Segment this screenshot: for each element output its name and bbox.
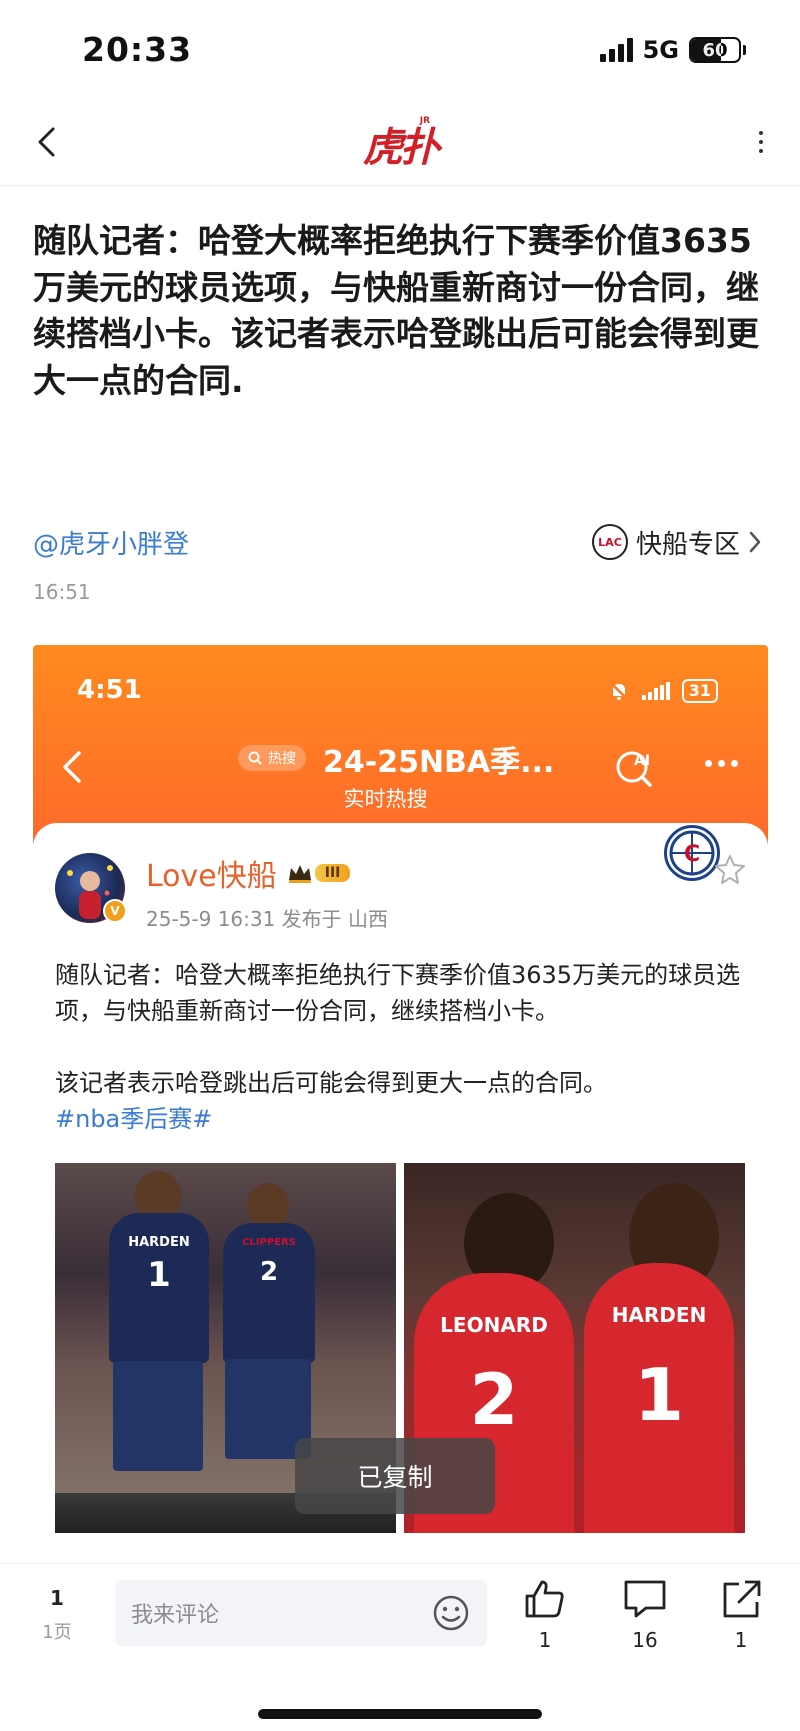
hupu-logo: 虎扑 JR bbox=[360, 114, 440, 174]
jersey-name: HARDEN bbox=[128, 1235, 190, 1250]
ai-label: AI bbox=[634, 753, 650, 769]
vip-level: III bbox=[314, 864, 351, 882]
home-indicator bbox=[258, 1709, 542, 1719]
weibo-post-card: V Love快船 III 25-5-9 16:31 发布于 山西 C 随队记者：… bbox=[33, 823, 768, 1535]
share-button[interactable]: 1 bbox=[706, 1578, 776, 1652]
embed-username-row: Love快船 III bbox=[146, 851, 351, 895]
embed-status-icons: 31 bbox=[608, 679, 718, 703]
star-icon bbox=[715, 855, 745, 884]
more-menu-button[interactable] bbox=[746, 120, 776, 164]
mute-bell-icon bbox=[609, 682, 628, 700]
logo-jr: JR bbox=[419, 116, 430, 126]
status-time: 20:33 bbox=[82, 30, 193, 69]
comment-count: 16 bbox=[632, 1628, 658, 1652]
embed-post-text: 随队记者：哈登大概率拒绝执行下赛季价值3635万美元的球员选项，与快船重新商讨一… bbox=[55, 957, 745, 1137]
article-meta: @虎牙小胖登 LAC 快船专区 bbox=[33, 520, 768, 564]
chevron-left-icon bbox=[38, 127, 55, 157]
embed-battery-icon: 31 bbox=[681, 679, 718, 703]
jersey-name: CLIPPERS bbox=[242, 1237, 296, 1248]
article-headline: 随队记者：哈登大概率拒绝执行下赛季价值3635万美元的球员选项，与快船重新商讨一… bbox=[33, 221, 759, 400]
chevron-right-icon bbox=[748, 527, 768, 557]
verified-badge-icon: V bbox=[103, 899, 127, 923]
like-count: 1 bbox=[538, 1628, 552, 1652]
comment-button[interactable]: 16 bbox=[610, 1578, 680, 1652]
share-icon bbox=[723, 1580, 761, 1618]
network-type: 5G bbox=[642, 36, 679, 64]
embed-post-meta: 25-5-9 16:31 发布于 山西 bbox=[146, 907, 389, 931]
like-button[interactable]: 1 bbox=[510, 1578, 580, 1652]
battery-level: 60 bbox=[702, 39, 728, 61]
embed-hot-search-chip: 热搜 bbox=[238, 745, 306, 771]
battery-icon: 60 bbox=[689, 37, 741, 63]
jersey-number: 1 bbox=[633, 1353, 685, 1437]
jersey-name: LEONARD bbox=[440, 1313, 548, 1337]
zone-label: 快船专区 bbox=[635, 529, 740, 560]
player-jersey: HARDEN 1 bbox=[109, 1213, 209, 1363]
nav-bar: 虎扑 JR bbox=[0, 100, 800, 186]
embed-back-icon bbox=[63, 751, 81, 783]
battery-tip bbox=[743, 45, 746, 55]
embed-status-time: 4:51 bbox=[77, 675, 142, 705]
embed-hashtag: #nba季后赛# bbox=[55, 1105, 213, 1133]
clippers-team-logo-icon: C bbox=[664, 825, 720, 881]
embed-username: Love快船 bbox=[146, 859, 277, 894]
copied-toast: 已复制 bbox=[295, 1438, 495, 1514]
crown-icon bbox=[288, 865, 311, 883]
comment-icon bbox=[624, 1580, 666, 1618]
bottom-action-bar: 1 1页 我来评论 1 16 1 bbox=[0, 1563, 800, 1731]
page-total: 1页 bbox=[42, 1622, 72, 1643]
player-jersey: HARDEN 1 bbox=[584, 1263, 734, 1533]
vip-badge: III bbox=[287, 862, 351, 884]
embedded-screenshot[interactable]: 4:51 31 热搜 24-25NBA季... 实时热搜 AI V Love快船… bbox=[33, 645, 768, 1535]
comment-placeholder: 我来评论 bbox=[131, 1603, 220, 1628]
share-count: 1 bbox=[734, 1628, 748, 1652]
embed-paragraph-2: 该记者表示哈登跳出后可能会得到更大一点的合同。 bbox=[55, 1069, 607, 1097]
back-button[interactable] bbox=[24, 120, 68, 164]
page-number: 1 bbox=[50, 1586, 64, 1610]
page-indicator[interactable]: 1 1页 bbox=[32, 1586, 82, 1644]
search-icon bbox=[248, 751, 262, 765]
status-icons: 5G 60 bbox=[599, 36, 746, 64]
embed-title: 24-25NBA季... bbox=[323, 745, 555, 780]
author-link[interactable]: @虎牙小胖登 bbox=[33, 524, 189, 561]
player-jersey: CLIPPERS 2 bbox=[223, 1223, 315, 1363]
jersey-name: HARDEN bbox=[611, 1303, 707, 1327]
emoji-icon[interactable] bbox=[431, 1593, 471, 1633]
jersey-number: 1 bbox=[147, 1255, 171, 1295]
embed-more-icon bbox=[705, 760, 738, 767]
jersey-number: 2 bbox=[259, 1257, 279, 1287]
jersey-number: 2 bbox=[469, 1359, 519, 1441]
ai-search-icon: AI bbox=[616, 751, 652, 787]
comment-input[interactable]: 我来评论 bbox=[115, 1580, 487, 1646]
clippers-zone-link[interactable]: LAC 快船专区 bbox=[591, 524, 768, 561]
signal-icon bbox=[599, 38, 633, 62]
team-logo-letter: C bbox=[684, 842, 700, 867]
clippers-logo-icon: LAC bbox=[591, 524, 628, 560]
more-dot-icon bbox=[759, 131, 763, 135]
embed-header: 4:51 31 热搜 24-25NBA季... 实时热搜 AI bbox=[33, 645, 768, 845]
embed-chip-label: 热搜 bbox=[268, 751, 296, 767]
post-time: 16:51 bbox=[33, 580, 91, 604]
embed-signal-icon bbox=[641, 682, 670, 700]
status-bar: 20:33 5G 60 bbox=[0, 0, 800, 100]
thumbs-up-icon bbox=[525, 1580, 564, 1618]
player-shorts bbox=[113, 1361, 203, 1471]
embed-paragraph-1: 随队记者：哈登大概率拒绝执行下赛季价值3635万美元的球员选项，与快船重新商讨一… bbox=[55, 961, 741, 1025]
